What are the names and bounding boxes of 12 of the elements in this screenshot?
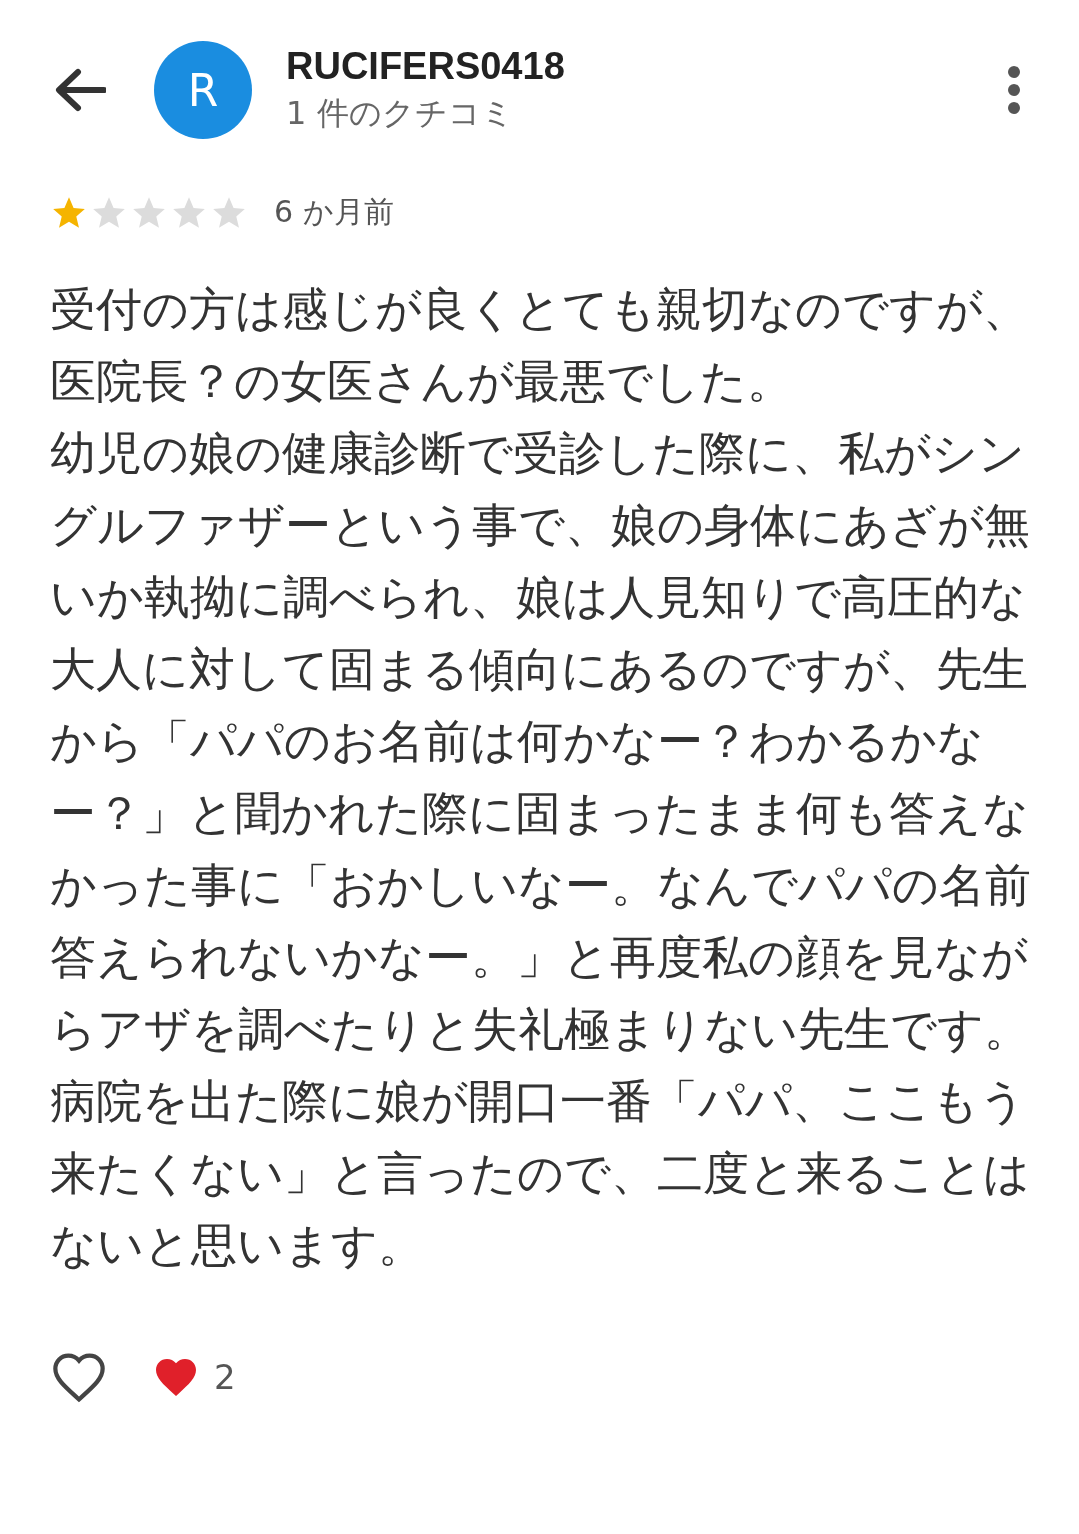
more-icon [1007, 65, 1021, 115]
like-button[interactable] [50, 1351, 108, 1403]
review-paragraph: 幼児の娘の健康診断で受診した際に、私がシングルファザーという事で、娘の身体にあざが無いか執拗に調べられ、娘は人見知りで高圧的な大人に対して固まる傾向にあるのですが、先生から「パパのお名前は何かなー？わかるかなー？」と聞かれた際に固まったまま何も答えなかった事に「おかしいなー。なんでパパの名前答えられないかなー。」と再度私の顔を見ながらアザを調べたりと失礼極まりない先生です。 [50, 425, 1032, 1058]
review-paragraph: 病院を出た際に娘が開口一番「パパ、ここもう来たくない」と言ったので、二度と来ることはないと思います。 [50, 1073, 1031, 1274]
reviewer-name: RUCIFERS0418 [286, 44, 566, 88]
heart-outline-icon [50, 1351, 108, 1403]
review-count: 1 件のクチコミ [286, 92, 515, 134]
review-paragraph: 受付の方は感じが良くとても親切なのですが、医院長？の女医さんが最悪でした。 [50, 281, 1030, 410]
avatar: R [154, 41, 252, 139]
like-count: 2 [214, 1357, 236, 1397]
review-time: 6 か月前 [274, 193, 394, 231]
back-arrow-icon [54, 68, 106, 112]
